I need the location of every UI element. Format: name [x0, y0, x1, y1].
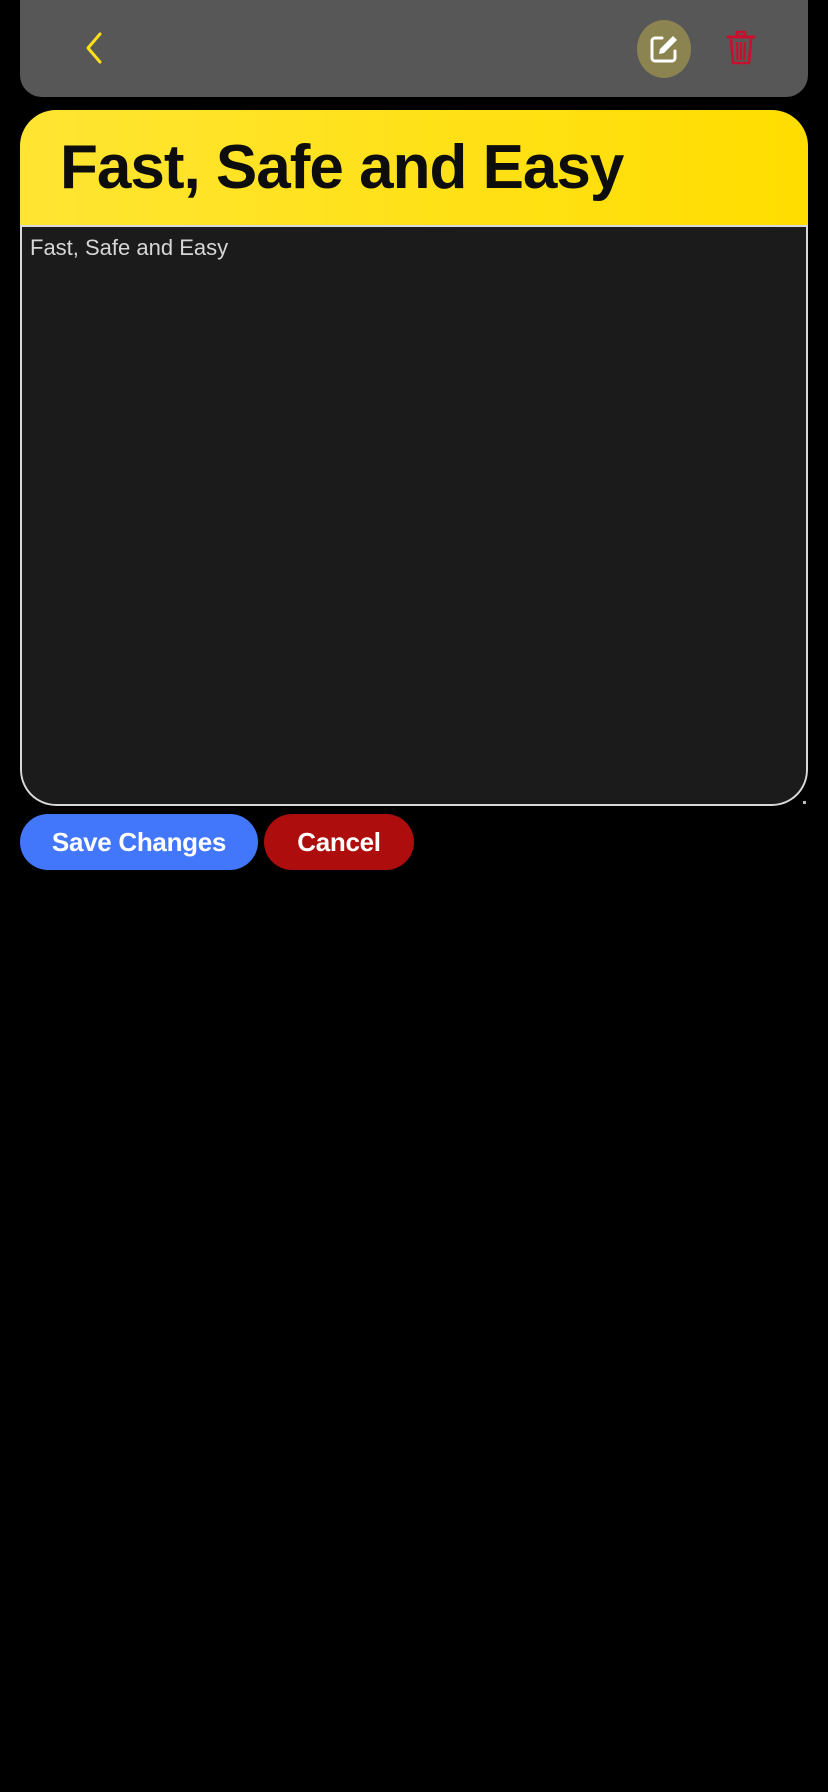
note-card: Fast, Safe and Easy Fast, Safe and Easy — [20, 110, 808, 806]
top-toolbar — [20, 0, 808, 97]
edit-square-icon — [650, 36, 677, 63]
trash-icon — [726, 30, 756, 65]
note-body-text: Fast, Safe and Easy — [30, 235, 229, 260]
chevron-left-icon — [86, 32, 102, 64]
edit-button[interactable] — [637, 20, 691, 78]
save-changes-button[interactable]: Save Changes — [20, 814, 258, 870]
cancel-button[interactable]: Cancel — [264, 814, 414, 870]
note-title: Fast, Safe and Easy — [60, 133, 624, 202]
note-title-band: Fast, Safe and Easy — [20, 110, 808, 227]
resize-handle[interactable] — [803, 801, 806, 804]
note-body-textarea[interactable]: Fast, Safe and Easy — [20, 227, 808, 806]
back-button[interactable] — [68, 22, 120, 74]
delete-button[interactable] — [716, 22, 766, 74]
